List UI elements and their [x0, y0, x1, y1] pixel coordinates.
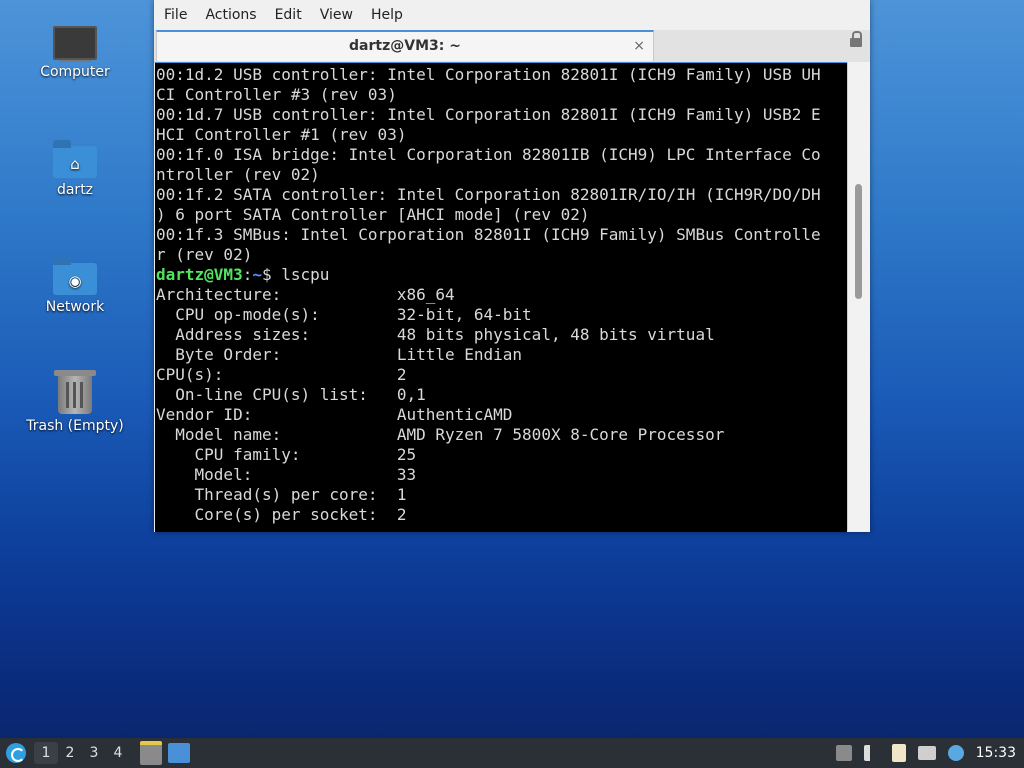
desktop-icon-home[interactable]: ⌂ dartz	[20, 138, 130, 198]
menu-file[interactable]: File	[154, 7, 196, 23]
network-folder-icon: ◉	[53, 257, 97, 295]
window-task-icon[interactable]	[168, 743, 190, 763]
desktop-icon-label: Computer	[40, 64, 110, 80]
workspace-3[interactable]: 3	[82, 745, 106, 761]
output-before: 00:1d.2 USB controller: Intel Corporatio…	[156, 65, 821, 264]
terminal-tab[interactable]: dartz@VM3: ~ ×	[156, 30, 654, 61]
command-text: lscpu	[281, 265, 330, 284]
network-icon[interactable]	[917, 746, 936, 760]
menu-bar: File Actions Edit View Help	[154, 0, 870, 30]
start-menu-icon[interactable]	[6, 743, 26, 763]
prompt-path: ~	[252, 265, 262, 284]
vertical-scrollbar[interactable]	[847, 62, 870, 531]
clipboard-icon[interactable]	[891, 744, 906, 762]
prompt-separator: :	[242, 265, 253, 284]
scrollbar-thumb[interactable]	[855, 184, 862, 299]
terminal-window: File Actions Edit View Help dartz@VM3: ~…	[154, 0, 870, 532]
desktop-icon-network[interactable]: ◉ Network	[20, 255, 130, 315]
tab-title: dartz@VM3: ~	[349, 38, 461, 54]
prompt-symbol: $	[261, 265, 282, 284]
close-icon[interactable]: ×	[633, 32, 645, 60]
volume-icon[interactable]	[863, 745, 880, 761]
workspace-1[interactable]: 1	[34, 742, 58, 764]
desktop-icon-trash[interactable]: Trash (Empty)	[20, 370, 130, 434]
output-after: Architecture: x86_64 CPU op-mode(s): 32-…	[156, 285, 725, 524]
tab-bar: dartz@VM3: ~ ×	[154, 30, 870, 63]
updates-icon[interactable]	[835, 745, 852, 761]
workspace-4[interactable]: 4	[106, 745, 130, 761]
desktop-icon-label: Network	[45, 299, 105, 315]
workspace-2[interactable]: 2	[58, 745, 82, 761]
terminal-task-icon[interactable]	[140, 741, 162, 765]
computer-icon	[53, 26, 97, 60]
menu-actions[interactable]: Actions	[196, 7, 265, 23]
menu-edit[interactable]: Edit	[266, 7, 311, 23]
trash-icon	[54, 370, 96, 414]
system-tray: 15:33	[835, 744, 1024, 762]
terminal-output[interactable]: 00:1d.2 USB controller: Intel Corporatio…	[155, 62, 847, 532]
clock[interactable]: 15:33	[976, 745, 1016, 761]
desktop-icon-label: Trash (Empty)	[26, 418, 124, 434]
lock-icon[interactable]	[850, 31, 862, 47]
home-folder-icon: ⌂	[53, 140, 97, 178]
menu-view[interactable]: View	[311, 7, 362, 23]
prompt-user: dartz@VM3	[156, 265, 243, 284]
desktop-icon-computer[interactable]: Computer	[20, 20, 130, 80]
desktop-icon-label: dartz	[56, 182, 94, 198]
notification-icon[interactable]	[947, 745, 964, 761]
taskbar: 1 2 3 4 15:33	[0, 738, 1024, 768]
menu-help[interactable]: Help	[362, 7, 412, 23]
